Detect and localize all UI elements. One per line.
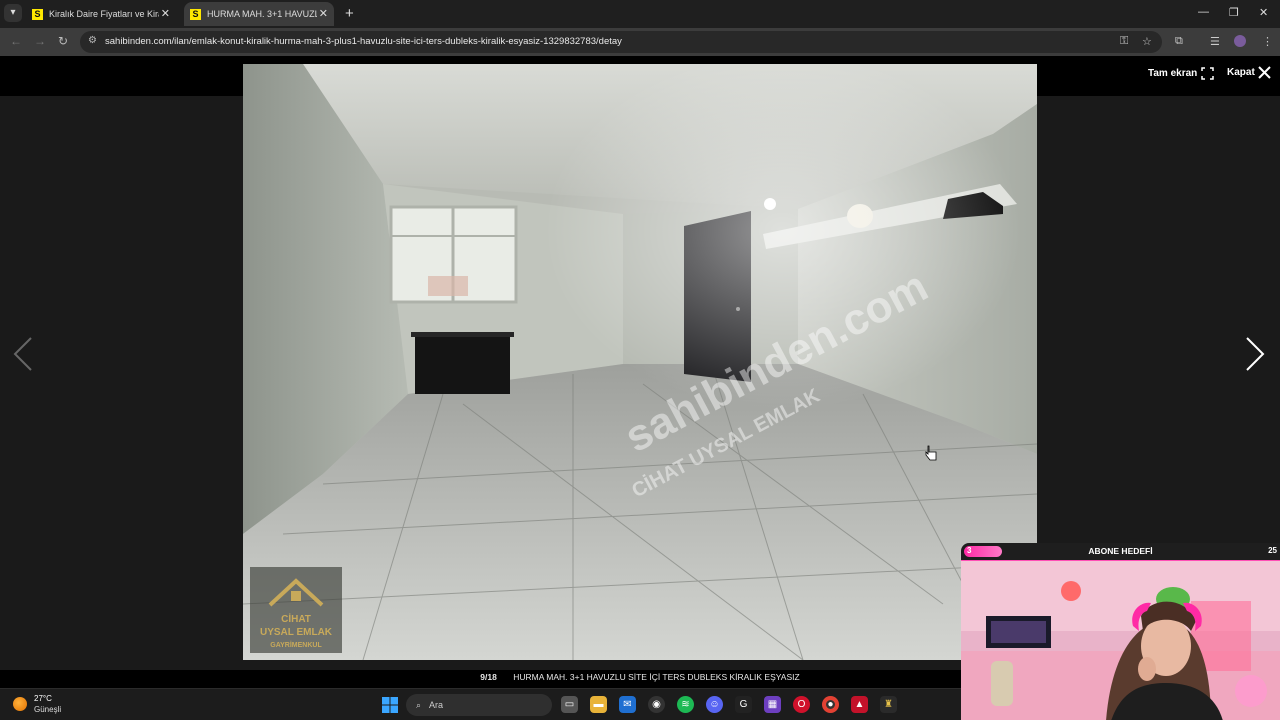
- window-close-icon[interactable]: ✕: [1259, 6, 1268, 19]
- fullscreen-button[interactable]: Tam ekran: [1148, 67, 1215, 80]
- logo-line1: CİHAT: [281, 612, 311, 625]
- g-hub-icon[interactable]: G: [735, 696, 752, 713]
- tab-listing-detail[interactable]: S HURMA MAH. 3+1 HAVUZLU SİT ✕: [184, 2, 334, 26]
- agency-logo: CİHAT UYSAL EMLAK GAYRİMENKUL: [250, 567, 342, 653]
- tab-title: HURMA MAH. 3+1 HAVUZLU SİT: [207, 9, 317, 19]
- new-tab-icon[interactable]: +: [345, 5, 354, 22]
- tab-strip: ▾ S Kiralık Daire Fiyatları ve Kiralık E…: [0, 0, 1280, 28]
- restore-icon[interactable]: ❐: [1229, 6, 1239, 19]
- next-photo-button[interactable]: [1244, 336, 1266, 382]
- start-icon[interactable]: [382, 697, 398, 713]
- listing-title: HURMA MAH. 3+1 HAVUZLU SİTE İÇİ TERS DUB…: [513, 672, 800, 682]
- obs-icon[interactable]: ◉: [648, 696, 665, 713]
- reload-icon[interactable]: ↻: [58, 34, 68, 48]
- previous-photo-button[interactable]: [12, 336, 34, 382]
- spotify-icon[interactable]: ≋: [677, 696, 694, 713]
- search-icon: ⌕: [416, 700, 422, 710]
- forward-icon[interactable]: →: [34, 34, 46, 48]
- address-bar[interactable]: ⚙ sahibinden.com/ilan/emlak-konut-kirali…: [80, 31, 1162, 53]
- extensions-icon[interactable]: ⧉: [1175, 35, 1183, 48]
- stream-app-icon[interactable]: ▲: [851, 696, 868, 713]
- fullscreen-icon: [1201, 67, 1215, 80]
- task-view-icon[interactable]: ▭: [561, 696, 578, 713]
- stream-overlay: 3 ABONE HEDEFİ 25: [961, 543, 1280, 720]
- tab-listings[interactable]: S Kiralık Daire Fiyatları ve Kiralık E ✕: [26, 2, 176, 26]
- taskbar-search[interactable]: ⌕ Ara: [406, 694, 552, 716]
- tab-title: Kiralık Daire Fiyatları ve Kiralık E: [49, 9, 159, 19]
- subscriber-goal-bar: 3 ABONE HEDEFİ 25: [961, 543, 1280, 560]
- chrome-icon[interactable]: ●: [822, 696, 839, 713]
- apps-grid-icon[interactable]: ▦: [764, 696, 781, 713]
- search-placeholder: Ara: [429, 700, 444, 710]
- url-text: sahibinden.com/ilan/emlak-konut-kiralik-…: [105, 36, 622, 47]
- close-label: Kapat: [1227, 67, 1255, 78]
- mail-icon[interactable]: ✉: [619, 696, 636, 713]
- tab-search-button[interactable]: ▾: [4, 4, 22, 22]
- logo-line3: GAYRİMENKUL: [270, 641, 322, 649]
- site-info-icon[interactable]: ⚙: [88, 35, 97, 46]
- fullscreen-label: Tam ekran: [1148, 68, 1198, 79]
- password-key-icon[interactable]: ⚿: [1120, 35, 1128, 48]
- listing-photo[interactable]: sahibinden.com CİHAT UYSAL EMLAK CİHAT U…: [243, 64, 1037, 660]
- discord-icon[interactable]: ☺: [706, 696, 723, 713]
- photo-counter: 9/18: [480, 672, 497, 682]
- browser-toolbar: ← → ↻ ⚙ sahibinden.com/ilan/emlak-konut-…: [0, 28, 1280, 56]
- file-explorer-icon[interactable]: ▬: [590, 696, 607, 713]
- sahibinden-favicon-icon: S: [190, 8, 201, 20]
- chevron-right-icon: [1246, 337, 1265, 371]
- profile-avatar[interactable]: [1234, 35, 1246, 47]
- close-tab-icon[interactable]: ✕: [161, 7, 170, 20]
- close-tab-icon[interactable]: ✕: [319, 7, 328, 20]
- goal-label: ABONE HEDEFİ: [1088, 546, 1153, 556]
- hand-cursor-icon: [925, 445, 937, 461]
- back-icon[interactable]: ←: [10, 34, 22, 48]
- weather-temperature: 27°C: [34, 694, 52, 703]
- webcam-image: [961, 561, 1280, 720]
- chevron-left-icon: [13, 337, 32, 371]
- media-control-icon[interactable]: ☰: [1210, 35, 1220, 48]
- close-viewer-button[interactable]: Kapat: [1227, 66, 1271, 79]
- goal-target: 25: [1268, 546, 1277, 555]
- weather-condition: Güneşli: [34, 705, 62, 714]
- room-photo: sahibinden.com CİHAT UYSAL EMLAK CİHAT U…: [243, 64, 1037, 660]
- bookmark-star-icon[interactable]: ☆: [1142, 35, 1152, 48]
- logo-line2: UYSAL EMLAK: [260, 627, 333, 638]
- browser-menu-icon[interactable]: ⋮: [1262, 35, 1273, 48]
- opera-icon[interactable]: O: [793, 696, 810, 713]
- webcam-feed: [961, 560, 1280, 720]
- minimize-icon[interactable]: —: [1198, 6, 1209, 18]
- close-icon: [1258, 66, 1271, 79]
- weather-sun-icon[interactable]: [13, 697, 27, 711]
- game-launcher-icon[interactable]: ♜: [880, 696, 897, 713]
- sahibinden-favicon-icon: S: [32, 8, 43, 20]
